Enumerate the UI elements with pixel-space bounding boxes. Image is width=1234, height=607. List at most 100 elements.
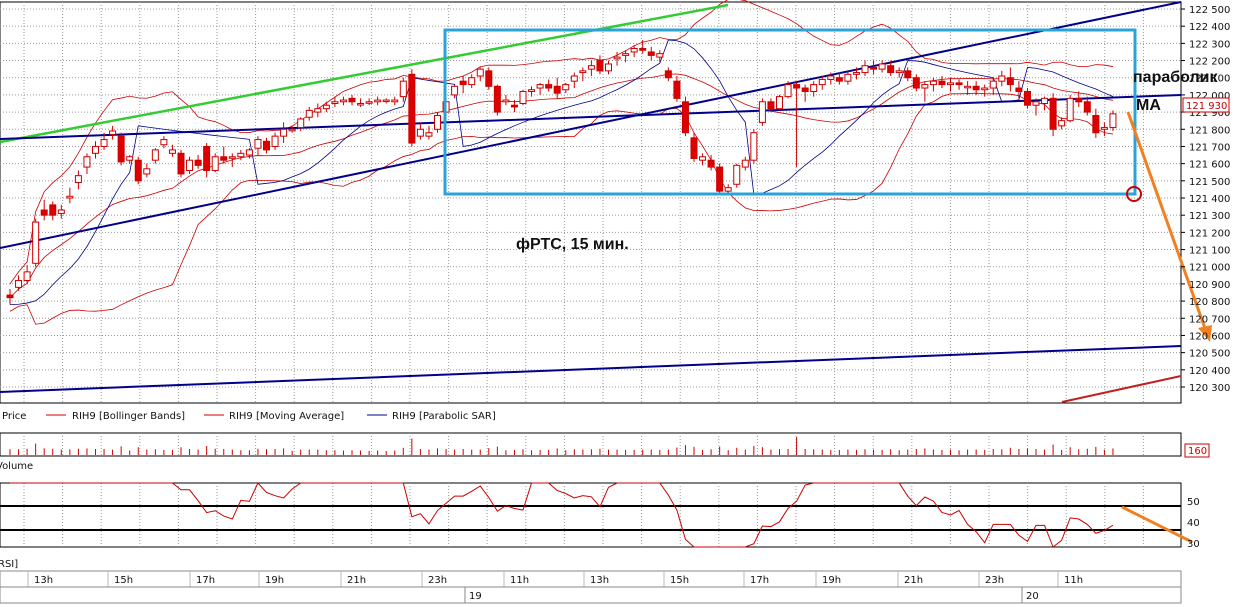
candle-body: [681, 101, 689, 134]
candle-body: [639, 48, 647, 51]
candle-body: [434, 115, 441, 130]
candle-body: [451, 85, 459, 96]
price-tick-label: 122 200: [1189, 57, 1230, 68]
price-tick-label: 122 100: [1189, 74, 1230, 85]
candle-body: [186, 159, 194, 172]
price-tick-label: 121 300: [1189, 211, 1230, 222]
candle-body: [776, 96, 783, 110]
candle-body: [1058, 120, 1066, 127]
candle-body: [399, 80, 407, 98]
candle-body: [947, 82, 954, 86]
price-tick-label: 121 400: [1189, 194, 1230, 205]
rsi-panel: [0, 482, 1182, 548]
candle-body: [1023, 90, 1031, 106]
candle-body: [40, 209, 48, 216]
price-tick-label: 122 400: [1189, 22, 1230, 33]
candle-body: [1049, 97, 1057, 130]
candle-body: [878, 63, 886, 70]
candle-body: [245, 149, 253, 156]
candle-body: [570, 75, 578, 82]
candle-body: [15, 279, 23, 288]
candle-body: [6, 294, 14, 299]
candle-body: [211, 156, 219, 172]
candle-body: [596, 60, 604, 72]
legend-moving-average: RIH9 [Moving Average]: [229, 411, 344, 422]
volume-value: 160: [1188, 446, 1207, 457]
candle-body: [929, 80, 937, 86]
day-label-20: 20: [1026, 591, 1039, 602]
candle-body: [476, 68, 484, 77]
time-label: 13h: [590, 575, 609, 586]
candle-body: [468, 77, 476, 86]
candle-body: [416, 128, 424, 137]
candle-body: [117, 135, 125, 163]
volume-label: Volume: [0, 461, 33, 472]
price-tick-label: 121 700: [1189, 142, 1230, 153]
candle-body: [767, 101, 775, 110]
price-tick-label: 120 600: [1189, 331, 1230, 342]
price-tick-label: 120 300: [1189, 383, 1230, 394]
candle-body: [177, 152, 185, 175]
candle-body: [280, 128, 288, 137]
day-axis: [0, 586, 1182, 604]
candle-body: [1075, 97, 1083, 103]
rsi-tick-40: 40: [1187, 518, 1200, 529]
candle-body: [861, 65, 869, 74]
candle-body: [964, 85, 972, 89]
candle-body: [100, 139, 108, 147]
volume-panel: [0, 432, 1182, 457]
candle-body: [630, 48, 638, 53]
day-label-19: 19: [469, 591, 482, 602]
candle-body: [519, 90, 527, 104]
price-panel: [0, 1, 1182, 404]
candle-body: [613, 56, 621, 60]
time-label: 11h: [510, 575, 529, 586]
candle-body: [673, 80, 681, 99]
candle-body: [545, 84, 553, 89]
candle-body: [126, 156, 134, 161]
candle-body: [1083, 101, 1091, 113]
candle-body: [194, 159, 202, 166]
candle-body: [32, 221, 40, 264]
candle-body: [1015, 87, 1023, 92]
candle-body: [339, 99, 347, 103]
candle-body: [579, 70, 587, 74]
candle-body: [562, 84, 570, 91]
candle-body: [793, 84, 801, 89]
candle-body: [707, 159, 715, 168]
candle-body: [237, 152, 245, 158]
price-tick-label: 121 800: [1189, 125, 1230, 136]
candle-body: [220, 156, 228, 161]
price-tick-label: 120 400: [1189, 366, 1230, 377]
legend-bollinger: RIH9 [Bollinger Bands]: [72, 411, 185, 422]
candle-body: [818, 78, 826, 86]
candle-body: [852, 72, 860, 75]
candle-body: [733, 164, 741, 185]
candle-body: [382, 99, 390, 103]
time-label: 23h: [985, 575, 1004, 586]
candle-body: [160, 139, 168, 146]
candle-body: [134, 159, 142, 182]
time-label: 17h: [196, 575, 215, 586]
candle-body: [647, 51, 655, 56]
candle-body: [921, 84, 929, 89]
candle-body: [784, 84, 792, 98]
candle-body: [510, 104, 518, 108]
candle-body: [365, 101, 373, 104]
candle-body: [989, 80, 997, 89]
price-axis: 122 500122 400122 300122 200122 100122 0…: [1181, 5, 1230, 394]
candle-body: [699, 156, 707, 161]
candle-body: [203, 145, 211, 172]
candle-body: [305, 109, 313, 118]
candle-body: [425, 132, 433, 137]
time-label: 23h: [428, 575, 447, 586]
candle-body: [981, 87, 989, 91]
candle-body: [1100, 127, 1108, 130]
candle-body: [83, 156, 91, 168]
time-label: 11h: [1064, 575, 1083, 586]
rsi-tick-30: 30: [1187, 539, 1200, 550]
time-label: 15h: [114, 575, 133, 586]
candle-body: [23, 271, 31, 281]
candle-body: [1092, 115, 1100, 134]
time-label: 19h: [265, 575, 284, 586]
